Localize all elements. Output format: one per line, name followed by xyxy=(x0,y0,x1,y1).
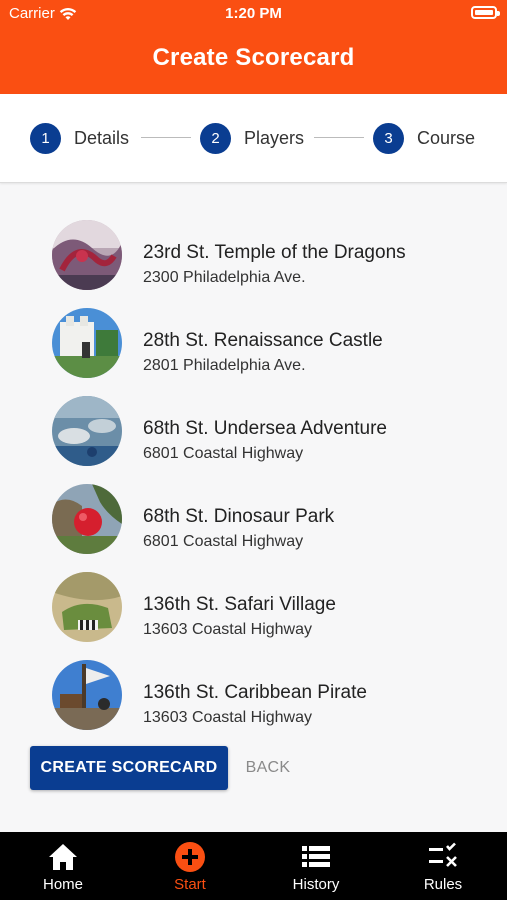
step-connector xyxy=(141,137,191,138)
checklist-icon xyxy=(429,842,457,867)
step-label: Details xyxy=(74,128,130,148)
step-label: Course xyxy=(417,128,476,148)
course-thumbnail xyxy=(52,308,122,378)
step-connector xyxy=(314,137,364,138)
course-address: 2300 Philadelphia Ave. xyxy=(143,269,306,286)
create-scorecard-button[interactable]: CREATE SCORECARD xyxy=(30,746,228,790)
back-button[interactable]: BACK xyxy=(236,746,300,790)
course-name: 68th St. Dinosaur Park xyxy=(143,506,335,527)
battery-icon xyxy=(471,6,500,19)
course-item-renaissance-castle[interactable]: 28th St. Renaissance Castle 2801 Philade… xyxy=(52,308,492,378)
course-item-caribbean-pirate[interactable]: 136th St. Caribbean Pirate 13603 Coastal… xyxy=(52,660,492,730)
tab-label: Rules xyxy=(423,876,463,893)
tab-label: Start xyxy=(174,876,206,893)
course-address: 6801 Coastal Highway xyxy=(143,445,304,462)
tab-start[interactable]: Start xyxy=(127,832,253,900)
tab-bar: Home Start History Rules xyxy=(0,832,507,900)
tab-rules[interactable]: Rules xyxy=(380,832,506,900)
course-name: 28th St. Renaissance Castle xyxy=(143,330,383,351)
progress-stepper: 1 Details 2 Players 3 Course xyxy=(0,94,507,183)
course-address: 13603 Coastal Highway xyxy=(143,709,312,726)
course-address: 2801 Philadelphia Ave. xyxy=(143,357,306,374)
course-address: 6801 Coastal Highway xyxy=(143,533,304,550)
step-details: 1 Details xyxy=(30,123,129,154)
course-address: 13603 Coastal Highway xyxy=(143,621,312,638)
clock: 1:20 PM xyxy=(225,5,282,22)
list-icon xyxy=(302,846,330,867)
course-item-dinosaur-park[interactable]: 68th St. Dinosaur Park 6801 Coastal High… xyxy=(52,484,492,554)
page-title: Create Scorecard xyxy=(152,44,355,71)
course-thumbnail xyxy=(52,220,122,290)
step-number: 1 xyxy=(30,123,61,154)
course-name: 136th St. Caribbean Pirate xyxy=(143,682,367,703)
status-bar: Carrier 1:20 PM xyxy=(0,0,507,28)
course-name: 136th St. Safari Village xyxy=(143,594,336,615)
course-item-safari-village[interactable]: 136th St. Safari Village 13603 Coastal H… xyxy=(52,572,492,642)
tab-home[interactable]: Home xyxy=(0,832,126,900)
course-name: 23rd St. Temple of the Dragons xyxy=(143,242,406,263)
tab-label: Home xyxy=(42,876,83,893)
course-thumbnail xyxy=(52,572,122,642)
tab-label: History xyxy=(292,876,340,893)
tab-history[interactable]: History xyxy=(253,832,379,900)
plus-circle-icon xyxy=(175,842,205,872)
course-item-temple-of-the-dragons[interactable]: 23rd St. Temple of the Dragons 2300 Phil… xyxy=(52,220,492,290)
step-number: 2 xyxy=(200,123,231,154)
step-course: 3 Course xyxy=(373,123,475,154)
course-thumbnail xyxy=(52,396,122,466)
course-thumbnail xyxy=(52,660,122,730)
app-header: Carrier 1:20 PM Create Scorecard xyxy=(0,0,507,94)
course-thumbnail xyxy=(52,484,122,554)
step-players: 2 Players xyxy=(200,123,304,154)
step-number: 3 xyxy=(373,123,404,154)
home-icon xyxy=(49,844,77,870)
course-name: 68th St. Undersea Adventure xyxy=(143,418,387,439)
course-item-undersea-adventure[interactable]: 68th St. Undersea Adventure 6801 Coastal… xyxy=(52,396,492,466)
step-label: Players xyxy=(244,128,305,148)
